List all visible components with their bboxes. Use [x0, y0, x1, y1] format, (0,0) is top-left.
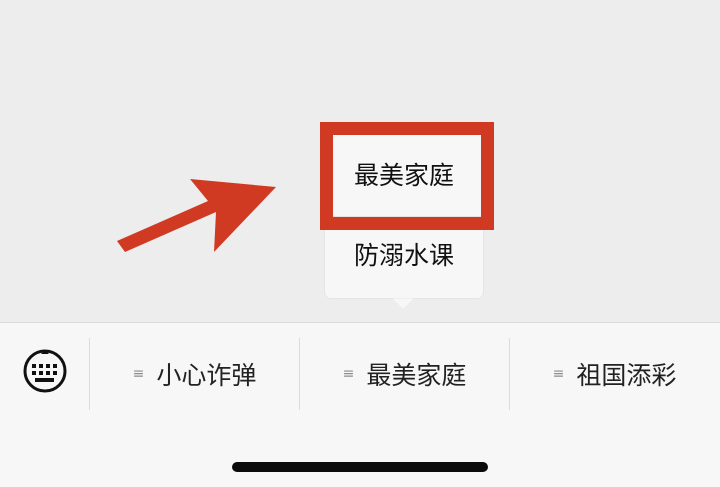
menu-tab-xiaoxin-zhadan[interactable]: ≡ 小心诈弹 — [90, 338, 299, 410]
annotation-highlight-box — [320, 122, 494, 230]
menu-tab-zuimei-jiating[interactable]: ≡ 最美家庭 — [300, 338, 509, 410]
hamburger-icon: ≡ — [132, 366, 145, 382]
submenu-item-fangnishui-ke[interactable]: 防溺水课 — [325, 243, 483, 268]
keyboard-toggle-button[interactable] — [22, 348, 68, 394]
menu-tab-label: 小心诈弹 — [156, 361, 257, 390]
hamburger-icon: ≡ — [342, 366, 355, 382]
home-indicator — [232, 462, 488, 472]
menu-tab-label: 最美家庭 — [366, 361, 467, 390]
hamburger-icon: ≡ — [552, 366, 565, 382]
menu-tab-zuguo-tiancai[interactable]: ≡ 祖国添彩 — [510, 338, 719, 410]
keyboard-icon — [23, 349, 67, 393]
menu-tab-label: 祖国添彩 — [576, 361, 677, 390]
